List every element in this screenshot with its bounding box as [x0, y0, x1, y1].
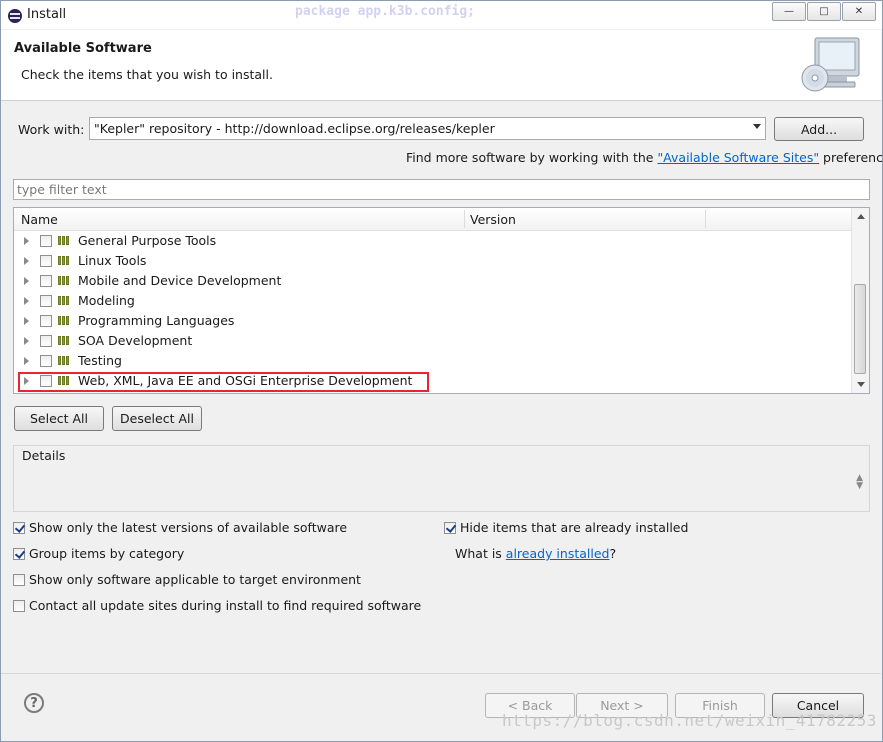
- work-with-combo[interactable]: "Kepler" repository - http://download.ec…: [89, 117, 766, 140]
- row-checkbox[interactable]: [40, 275, 52, 287]
- expand-arrow-icon[interactable]: [24, 257, 29, 265]
- table-row[interactable]: Testing: [14, 351, 853, 371]
- work-with-label: Work with:: [18, 122, 85, 137]
- expand-arrow-icon[interactable]: [24, 317, 29, 325]
- latest-versions-label: Show only the latest versions of availab…: [29, 520, 348, 535]
- scroll-down-icon[interactable]: [857, 382, 865, 387]
- available-software-sites-link[interactable]: "Available Software Sites": [657, 150, 819, 165]
- column-divider[interactable]: [705, 210, 706, 228]
- table-row[interactable]: Programming Languages: [14, 311, 853, 331]
- eclipse-icon: [8, 9, 22, 23]
- what-is-prefix: What is: [455, 546, 506, 561]
- table-row[interactable]: General Purpose Tools: [14, 231, 853, 251]
- software-tree-table: Name Version General Purpose Tools Linux …: [13, 207, 870, 394]
- category-icon: [58, 256, 69, 265]
- scroll-arrows-icon[interactable]: ▲ ▼: [856, 474, 863, 491]
- table-header: Name Version: [14, 208, 853, 231]
- row-label: SOA Development: [78, 333, 193, 348]
- window-controls: — □ ✕: [772, 2, 876, 21]
- expand-arrow-icon[interactable]: [24, 357, 29, 365]
- column-header-name[interactable]: Name: [21, 212, 58, 227]
- category-icon: [58, 276, 69, 285]
- table-row[interactable]: SOA Development: [14, 331, 853, 351]
- row-label: Modeling: [78, 293, 135, 308]
- category-icon: [58, 316, 69, 325]
- row-checkbox[interactable]: [40, 255, 52, 267]
- column-header-version[interactable]: Version: [470, 212, 516, 227]
- row-checkbox[interactable]: [40, 295, 52, 307]
- option-group-by-category[interactable]: Group items by category: [13, 546, 184, 561]
- what-is-installed: What is already installed?: [455, 546, 616, 561]
- minimize-icon[interactable]: —: [772, 2, 806, 21]
- what-is-suffix: ?: [609, 546, 617, 561]
- row-checkbox[interactable]: [40, 315, 52, 327]
- category-icon: [58, 236, 69, 245]
- scroll-up-icon[interactable]: [857, 214, 865, 219]
- watermark-text: https://blog.csdn.net/weixin_41782253: [502, 711, 877, 730]
- table-row[interactable]: Linux Tools: [14, 251, 853, 271]
- filter-placeholder: type filter text: [17, 182, 107, 197]
- background-code-text: package app.k3b.config;: [295, 4, 476, 19]
- contact-update-sites-label: Contact all update sites during install …: [29, 598, 422, 613]
- footer-divider: [1, 673, 881, 674]
- option-contact-update-sites[interactable]: Contact all update sites during install …: [13, 598, 421, 613]
- deselect-all-button[interactable]: Deselect All: [112, 406, 202, 431]
- help-icon[interactable]: ?: [24, 693, 44, 713]
- expand-arrow-icon[interactable]: [24, 337, 29, 345]
- select-all-button[interactable]: Select All: [14, 406, 104, 431]
- already-installed-link[interactable]: already installed: [506, 546, 610, 561]
- expand-arrow-icon[interactable]: [24, 297, 29, 305]
- table-row[interactable]: Modeling: [14, 291, 853, 311]
- monitor-cd-icon: [801, 37, 860, 92]
- filter-input[interactable]: type filter text: [13, 179, 870, 200]
- row-checkbox[interactable]: [40, 355, 52, 367]
- target-environment-label: Show only software applicable to target …: [29, 572, 361, 587]
- details-title: Details: [22, 448, 66, 463]
- option-hide-installed[interactable]: Hide items that are already installed: [444, 520, 688, 535]
- sites-hint-suffix: preferences.: [823, 150, 883, 165]
- sites-hint-prefix: Find more software by working with the: [406, 150, 658, 165]
- latest-versions-checkbox[interactable]: [13, 521, 25, 534]
- highlight-annotation: [18, 372, 429, 392]
- title-bar: Install package app.k3b.config; — □ ✕: [1, 1, 882, 29]
- add-button[interactable]: Add...: [774, 117, 864, 141]
- column-divider[interactable]: [464, 210, 465, 228]
- option-latest-versions[interactable]: Show only the latest versions of availab…: [13, 520, 347, 535]
- window-title: Install: [27, 7, 67, 22]
- work-with-value: "Kepler" repository - http://download.ec…: [94, 121, 495, 136]
- row-label: Programming Languages: [78, 313, 235, 328]
- row-label: Mobile and Device Development: [78, 273, 282, 288]
- target-environment-checkbox[interactable]: [13, 573, 25, 586]
- category-icon: [58, 356, 69, 365]
- chevron-down-icon[interactable]: [753, 124, 761, 129]
- expand-arrow-icon[interactable]: [24, 237, 29, 245]
- header-banner: Available Software Check the items that …: [1, 30, 881, 101]
- expand-arrow-icon[interactable]: [24, 277, 29, 285]
- category-icon: [58, 336, 69, 345]
- group-by-category-label: Group items by category: [29, 546, 185, 561]
- sites-hint: Find more software by working with the "…: [406, 150, 883, 165]
- row-checkbox[interactable]: [40, 235, 52, 247]
- page-subtitle: Check the items that you wish to install…: [21, 67, 273, 82]
- hide-installed-checkbox[interactable]: [444, 521, 456, 534]
- details-panel: Details ▲ ▼: [13, 445, 870, 512]
- scroll-thumb[interactable]: [854, 284, 866, 374]
- page-title: Available Software: [14, 41, 152, 56]
- row-checkbox[interactable]: [40, 335, 52, 347]
- maximize-icon[interactable]: □: [807, 2, 841, 21]
- hide-installed-label: Hide items that are already installed: [460, 520, 689, 535]
- contact-update-sites-checkbox[interactable]: [13, 599, 25, 612]
- category-icon: [58, 296, 69, 305]
- close-icon[interactable]: ✕: [842, 2, 876, 21]
- row-label: Linux Tools: [78, 253, 147, 268]
- vertical-scrollbar[interactable]: [851, 208, 869, 393]
- row-label: General Purpose Tools: [78, 233, 217, 248]
- table-row[interactable]: Mobile and Device Development: [14, 271, 853, 291]
- group-by-category-checkbox[interactable]: [13, 547, 25, 560]
- option-target-environment[interactable]: Show only software applicable to target …: [13, 572, 361, 587]
- row-label: Testing: [78, 353, 122, 368]
